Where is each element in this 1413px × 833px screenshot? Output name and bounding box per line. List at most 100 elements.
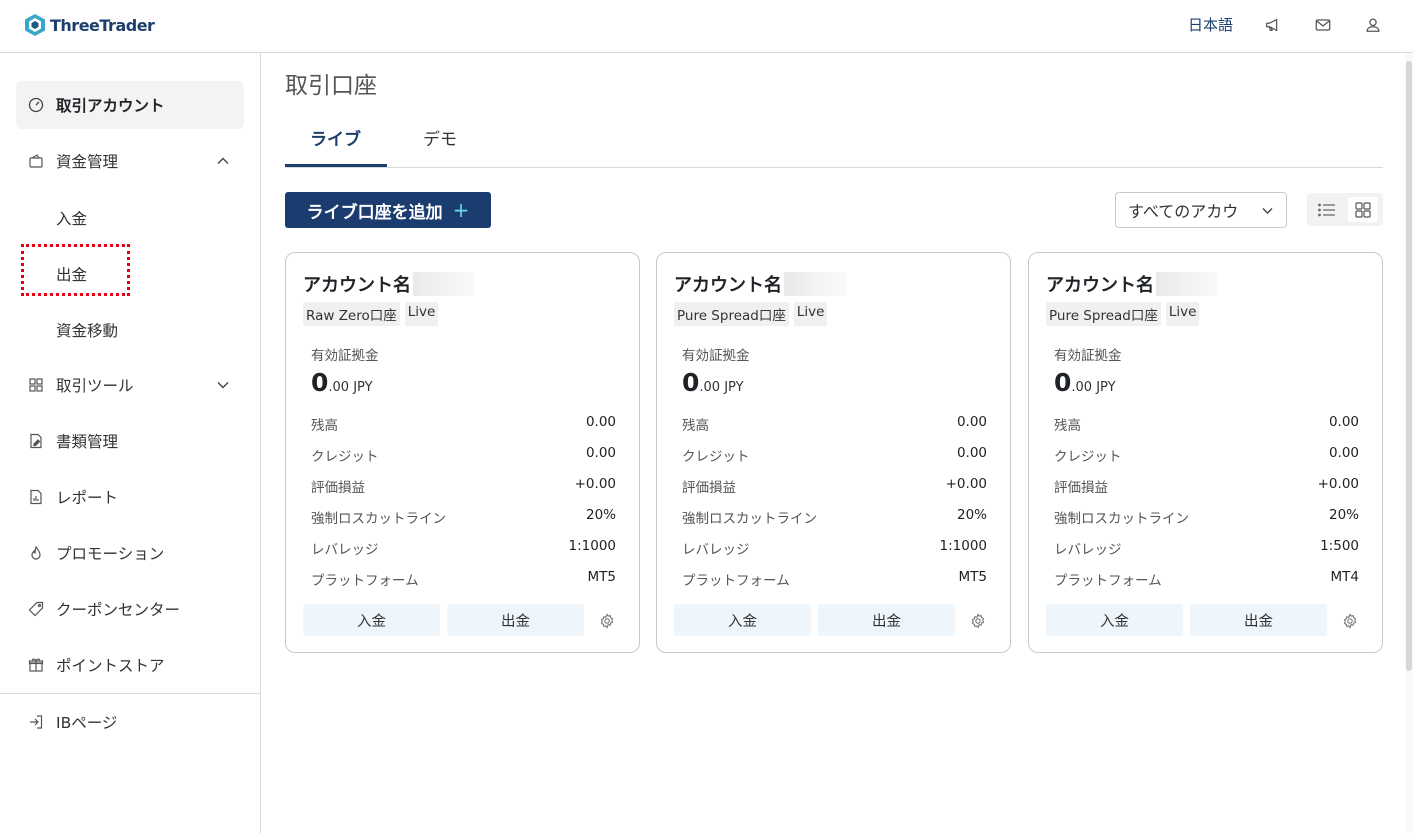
grid-view-button[interactable] — [1348, 197, 1378, 222]
row-value: MT4 — [1330, 569, 1359, 585]
redacted-account-name — [413, 272, 475, 296]
redacted-account-name — [784, 272, 846, 296]
gear-icon[interactable] — [970, 613, 986, 629]
chevron-up-icon[interactable] — [216, 154, 230, 168]
page-title: 取引口座 — [285, 73, 377, 99]
withdraw-button[interactable]: 出金 — [447, 604, 584, 636]
add-live-account-button[interactable]: ライブ口座を追加 + — [285, 192, 491, 228]
language-selector[interactable]: 日本語 — [1188, 14, 1233, 35]
stop-out-row: 強制ロスカットライン 20% — [682, 507, 987, 527]
credit-row: クレジット 0.00 — [682, 445, 987, 465]
leverage-row: レバレッジ 1:1000 — [311, 538, 616, 558]
account-card: アカウント名 Raw Zero口座 Live 有効証拠金 0.00 JPY 残高… — [285, 252, 640, 653]
withdraw-button[interactable]: 出金 — [1190, 604, 1327, 636]
leverage-row: レバレッジ 1:1000 — [682, 538, 987, 558]
row-key: プラットフォーム — [1054, 573, 1162, 589]
row-value: +0.00 — [945, 476, 987, 492]
deposit-button[interactable]: 入金 — [303, 604, 440, 636]
account-name: アカウント名 — [303, 271, 475, 297]
row-key: 評価損益 — [1054, 480, 1108, 496]
user-icon[interactable] — [1363, 15, 1383, 35]
withdraw-button[interactable]: 出金 — [818, 604, 955, 636]
account-card: アカウント名 Pure Spread口座 Live 有効証拠金 0.00 JPY… — [1028, 252, 1383, 653]
deposit-button[interactable]: 入金 — [1046, 604, 1183, 636]
equity-value: 0.00 JPY — [682, 368, 744, 397]
platform-row: プラットフォーム MT5 — [682, 569, 987, 589]
leverage-row: レバレッジ 1:500 — [1054, 538, 1359, 558]
sidebar-item-point-store[interactable]: ポイントストア — [16, 641, 244, 689]
grid-icon — [1355, 201, 1371, 218]
account-name-label: アカウント名 — [303, 275, 411, 296]
page-scrollbar[interactable] — [1405, 53, 1413, 833]
chevron-down-icon[interactable] — [216, 378, 230, 392]
stop-out-row: 強制ロスカットライン 20% — [1054, 507, 1359, 527]
coupon-icon — [28, 601, 44, 617]
platform-row: プラットフォーム MT4 — [1054, 569, 1359, 589]
account-card: アカウント名 Pure Spread口座 Live 有効証拠金 0.00 JPY… — [656, 252, 1011, 653]
account-type-tag: Pure Spread口座 — [1046, 302, 1161, 326]
equity-integer: 0 — [682, 368, 700, 397]
list-view-button[interactable] — [1312, 197, 1342, 222]
equity-integer: 0 — [311, 368, 329, 397]
equity-label: 有効証拠金 — [311, 348, 379, 364]
row-key: クレジット — [682, 449, 750, 465]
row-key: 強制ロスカットライン — [311, 511, 446, 527]
sidebar-divider — [0, 693, 260, 694]
plus-icon: + — [452, 198, 470, 222]
active-tab-indicator — [285, 164, 387, 167]
mail-icon[interactable] — [1313, 15, 1333, 35]
row-key: クレジット — [311, 449, 379, 465]
account-name-label: アカウント名 — [1046, 275, 1154, 296]
tab-live[interactable]: ライブ — [310, 125, 361, 150]
tab-demo[interactable]: デモ — [423, 125, 457, 150]
equity-integer: 0 — [1054, 368, 1072, 397]
document-edit-icon — [28, 433, 44, 449]
sidebar-subitem-deposit[interactable]: 入金 — [56, 207, 87, 229]
sidebar-item-ib-page[interactable]: IBページ — [16, 698, 244, 746]
row-key: 残高 — [1054, 418, 1081, 434]
floating-pnl-row: 評価損益 +0.00 — [1054, 476, 1359, 496]
row-value: 20% — [956, 507, 987, 523]
sidebar-subitem-transfer[interactable]: 資金移動 — [56, 319, 118, 341]
balance-row: 残高 0.00 — [1054, 414, 1359, 434]
row-key: 残高 — [311, 418, 338, 434]
sidebar-item-label: 取引ツール — [56, 377, 134, 395]
brand-name: ThreeTrader — [50, 15, 155, 35]
sidebar-item-trading-tools[interactable]: 取引ツール — [16, 361, 244, 409]
flame-icon — [28, 545, 44, 561]
sidebar-item-label: クーポンセンター — [56, 601, 181, 619]
sidebar-item-label: IBページ — [56, 714, 118, 732]
equity-value: 0.00 JPY — [311, 368, 373, 397]
equity-fraction: .00 JPY — [699, 380, 744, 395]
sidebar-item-trading-account[interactable]: 取引アカウント — [16, 81, 244, 129]
sidebar-item-label: 書類管理 — [56, 433, 119, 451]
row-value: +0.00 — [574, 476, 616, 492]
sidebar-item-label: プロモーション — [56, 545, 165, 563]
sidebar-item-report[interactable]: レポート — [16, 473, 244, 521]
row-value: 20% — [1328, 507, 1359, 523]
row-value: 0.00 — [585, 445, 616, 461]
row-value: 20% — [585, 507, 616, 523]
wallet-icon — [28, 153, 44, 169]
megaphone-icon[interactable] — [1263, 15, 1283, 35]
row-value: 1:1000 — [568, 538, 617, 554]
balance-row: 残高 0.00 — [682, 414, 987, 434]
sidebar-item-label: ポイントストア — [56, 657, 165, 675]
gauge-icon — [28, 97, 44, 113]
sidebar-item-coupon-center[interactable]: クーポンセンター — [16, 585, 244, 633]
gear-icon[interactable] — [1342, 613, 1358, 629]
account-name: アカウント名 — [1046, 271, 1218, 297]
sidebar-item-funds[interactable]: 資金管理 — [16, 137, 244, 185]
sidebar-item-label: 取引アカウント — [56, 97, 165, 115]
logo-icon — [25, 14, 45, 36]
row-key: プラットフォーム — [311, 573, 419, 589]
row-value: 0.00 — [1328, 414, 1359, 430]
brand-logo[interactable]: ThreeTrader — [24, 13, 155, 37]
scrollbar-thumb[interactable] — [1406, 61, 1412, 671]
deposit-button[interactable]: 入金 — [674, 604, 811, 636]
sidebar-item-promotion[interactable]: プロモーション — [16, 529, 244, 577]
gear-icon[interactable] — [599, 613, 615, 629]
sidebar-item-documents[interactable]: 書類管理 — [16, 417, 244, 465]
account-filter-select[interactable]: すべてのアカウ — [1115, 192, 1287, 228]
top-header: ThreeTrader 日本語 — [0, 0, 1413, 53]
